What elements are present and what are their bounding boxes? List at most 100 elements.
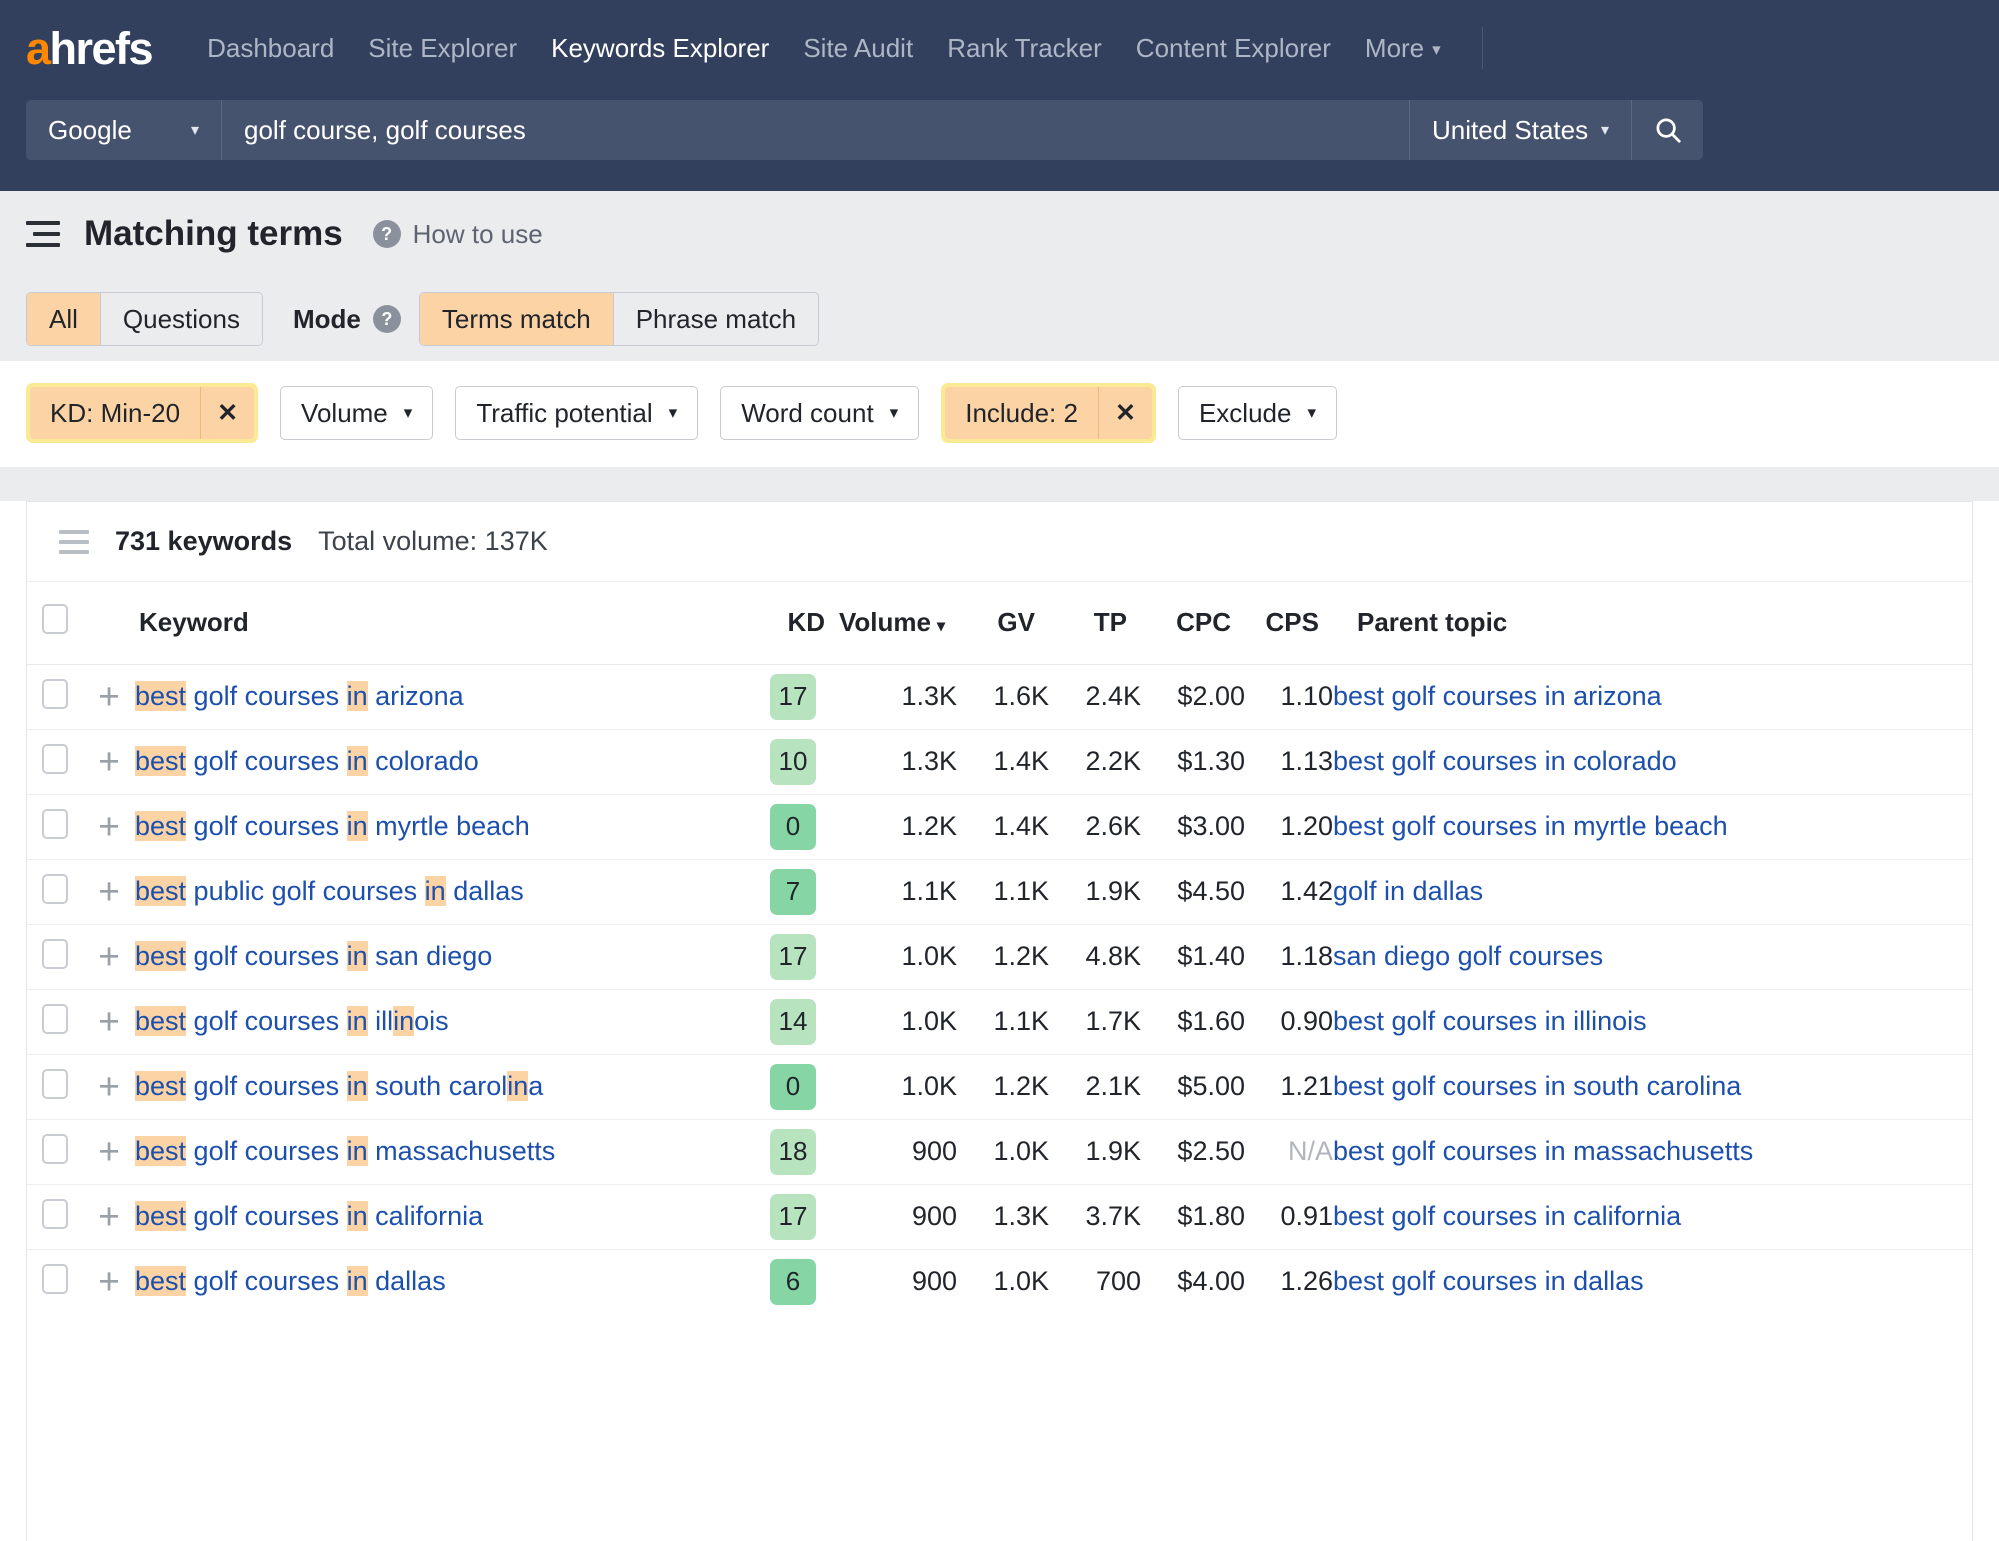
keyword-text: golf courses: [186, 1071, 347, 1101]
column-header-volume[interactable]: Volume▾: [839, 582, 957, 664]
filter-traffic-potential[interactable]: Traffic potential ▾: [455, 386, 698, 440]
parent-topic-link[interactable]: best golf courses in myrtle beach: [1333, 811, 1728, 841]
row-checkbox[interactable]: [42, 1134, 68, 1164]
row-select-cell: [27, 859, 83, 924]
column-header-keyword[interactable]: Keyword: [135, 582, 747, 664]
close-icon[interactable]: ✕: [200, 387, 254, 439]
column-header-gv[interactable]: GV: [957, 582, 1049, 664]
row-checkbox[interactable]: [42, 809, 68, 839]
filter-volume[interactable]: Volume ▾: [280, 386, 433, 440]
row-checkbox[interactable]: [42, 1199, 68, 1229]
chevron-down-icon: ▾: [669, 403, 678, 423]
keyword-cell: best golf courses in dallas: [135, 1249, 747, 1314]
row-checkbox[interactable]: [42, 1069, 68, 1099]
nav-divider: [1482, 27, 1483, 69]
add-column-header: [83, 582, 135, 664]
column-header-cpc[interactable]: CPC: [1141, 582, 1245, 664]
country-select[interactable]: United States ▾: [1409, 100, 1631, 160]
keyword-link[interactable]: best golf courses in colorado: [135, 746, 479, 777]
nav-item-dashboard[interactable]: Dashboard: [190, 27, 351, 70]
parent-topic-link[interactable]: best golf courses in south carolina: [1333, 1071, 1741, 1101]
filter-chip-kd[interactable]: KD: Min-20 ✕: [30, 387, 254, 439]
how-to-use-link[interactable]: ? How to use: [373, 219, 543, 250]
column-header-cps[interactable]: CPS: [1245, 582, 1333, 664]
tab-all[interactable]: All: [27, 293, 100, 345]
search-engine-select[interactable]: Google ▾: [26, 100, 222, 160]
ahrefs-logo[interactable]: ahrefs: [26, 26, 152, 71]
close-icon[interactable]: ✕: [1098, 387, 1152, 439]
keyword-link[interactable]: best public golf courses in dallas: [135, 876, 524, 907]
mode-help-wrapper[interactable]: ?: [373, 305, 401, 333]
parent-topic-link[interactable]: golf in dallas: [1333, 876, 1483, 906]
columns-drag-icon[interactable]: [59, 530, 89, 554]
add-to-list-cell: +: [83, 794, 135, 859]
nav-item-content-explorer[interactable]: Content Explorer: [1119, 27, 1348, 70]
column-header-kd[interactable]: KD: [747, 582, 839, 664]
keyword-match-highlight: best: [135, 1136, 186, 1166]
search-button[interactable]: [1631, 100, 1703, 160]
row-checkbox[interactable]: [42, 679, 68, 709]
keyword-link[interactable]: best golf courses in illinois: [135, 1006, 449, 1037]
row-select-cell: [27, 1249, 83, 1314]
parent-topic-link[interactable]: best golf courses in illinois: [1333, 1006, 1647, 1036]
tab-questions[interactable]: Questions: [100, 293, 262, 345]
parent-topic-link[interactable]: best golf courses in massachusetts: [1333, 1136, 1753, 1166]
cps-cell: N/A: [1245, 1119, 1333, 1184]
filter-exclude[interactable]: Exclude ▾: [1178, 386, 1337, 440]
parent-topic-cell: san diego golf courses: [1333, 924, 1972, 989]
table-row: +best golf courses in san diego171.0K1.2…: [27, 924, 1972, 989]
keyword-link[interactable]: best golf courses in san diego: [135, 941, 492, 972]
parent-topic-link[interactable]: best golf courses in dallas: [1333, 1266, 1644, 1296]
keyword-link[interactable]: best golf courses in massachusetts: [135, 1136, 555, 1167]
plus-icon[interactable]: +: [98, 1066, 120, 1107]
plus-icon[interactable]: +: [98, 1001, 120, 1042]
keyword-text: san diego: [368, 941, 493, 971]
column-header-parent-topic[interactable]: Parent topic: [1333, 582, 1972, 664]
nav-item-site-audit[interactable]: Site Audit: [786, 27, 930, 70]
row-select-cell: [27, 924, 83, 989]
nav-item-more[interactable]: More▾: [1348, 27, 1458, 70]
filter-word-count[interactable]: Word count ▾: [720, 386, 919, 440]
keyword-text: golf courses: [186, 1006, 347, 1036]
select-all-checkbox[interactable]: [42, 604, 68, 634]
row-checkbox[interactable]: [42, 1264, 68, 1294]
row-checkbox[interactable]: [42, 874, 68, 904]
keyword-cell: best golf courses in illinois: [135, 989, 747, 1054]
tab-terms-match[interactable]: Terms match: [420, 293, 613, 345]
nav-item-keywords-explorer[interactable]: Keywords Explorer: [534, 27, 786, 70]
keyword-link[interactable]: best golf courses in south carolina: [135, 1071, 543, 1102]
keyword-link[interactable]: best golf courses in myrtle beach: [135, 811, 530, 842]
plus-icon[interactable]: +: [98, 806, 120, 847]
parent-topic-link[interactable]: best golf courses in arizona: [1333, 681, 1662, 711]
filter-word-count-label: Word count: [741, 398, 873, 429]
tp-cell: 2.1K: [1049, 1054, 1141, 1119]
plus-icon[interactable]: +: [98, 871, 120, 912]
parent-topic-link[interactable]: best golf courses in colorado: [1333, 746, 1677, 776]
nav-item-site-explorer[interactable]: Site Explorer: [351, 27, 534, 70]
row-checkbox[interactable]: [42, 1004, 68, 1034]
cpc-cell: $1.80: [1141, 1184, 1245, 1249]
filter-chip-include[interactable]: Include: 2 ✕: [945, 387, 1152, 439]
parent-topic-link[interactable]: san diego golf courses: [1333, 941, 1603, 971]
row-checkbox[interactable]: [42, 939, 68, 969]
plus-icon[interactable]: +: [98, 1261, 120, 1302]
menu-icon[interactable]: [26, 221, 60, 247]
column-header-tp[interactable]: TP: [1049, 582, 1141, 664]
keyword-cell: best golf courses in massachusetts: [135, 1119, 747, 1184]
keyword-link[interactable]: best golf courses in arizona: [135, 681, 464, 712]
plus-icon[interactable]: +: [98, 1196, 120, 1237]
row-checkbox[interactable]: [42, 744, 68, 774]
parent-topic-link[interactable]: best golf courses in california: [1333, 1201, 1681, 1231]
plus-icon[interactable]: +: [98, 676, 120, 717]
plus-icon[interactable]: +: [98, 741, 120, 782]
plus-icon[interactable]: +: [98, 1131, 120, 1172]
add-to-list-cell: +: [83, 1184, 135, 1249]
nav-item-rank-tracker[interactable]: Rank Tracker: [930, 27, 1119, 70]
plus-icon[interactable]: +: [98, 936, 120, 977]
parent-topic-cell: best golf courses in arizona: [1333, 664, 1972, 729]
kd-badge: 6: [770, 1259, 816, 1305]
tab-phrase-match[interactable]: Phrase match: [613, 293, 818, 345]
keyword-link[interactable]: best golf courses in california: [135, 1201, 483, 1232]
keywords-input[interactable]: [222, 100, 1409, 160]
keyword-link[interactable]: best golf courses in dallas: [135, 1266, 446, 1297]
